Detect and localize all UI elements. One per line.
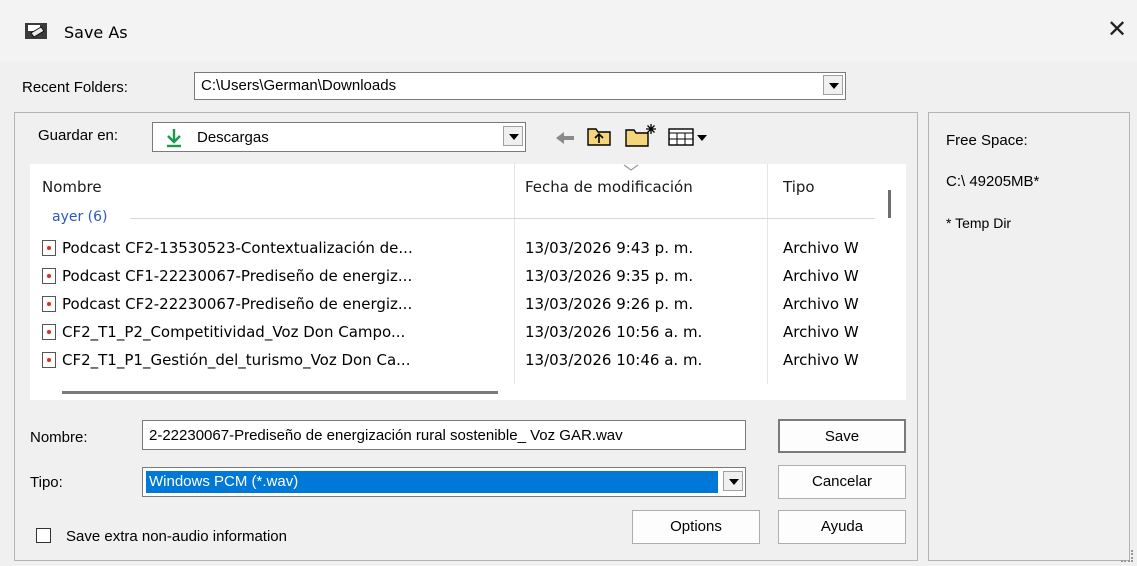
save-button-label: Save (824, 428, 860, 445)
file-list[interactable]: Nombre Fecha de modificación Tipo ayer (… (30, 164, 906, 400)
filetype-value: Windows PCM (*.wav) (149, 473, 299, 490)
chevron-down-icon[interactable] (823, 75, 843, 95)
download-arrow-icon (167, 129, 181, 148)
filename-value: 2-22230067-Prediseño de energización rur… (149, 427, 623, 444)
help-button[interactable]: Ayuda (778, 510, 906, 544)
save-button[interactable]: Save (778, 419, 906, 453)
audio-file-icon (42, 352, 56, 368)
resize-grip-icon[interactable] (1121, 550, 1133, 562)
group-header[interactable]: ayer (6) (52, 209, 108, 225)
view-menu-icon[interactable] (668, 128, 710, 146)
save-in-combo[interactable]: Descargas (152, 122, 526, 152)
audio-file-icon (42, 240, 56, 256)
window-title: Save As (64, 23, 128, 42)
extra-info-label[interactable]: Save extra non-audio information (66, 528, 287, 545)
file-date: 13/03/2026 9:26 p. m. (525, 295, 694, 313)
help-button-label: Ayuda (820, 518, 864, 535)
free-space-label: Free Space: (946, 132, 1028, 149)
cancel-button[interactable]: Cancelar (778, 465, 906, 499)
file-date: 13/03/2026 9:35 p. m. (525, 267, 694, 285)
options-button-label: Options (670, 518, 722, 535)
cancel-button-label: Cancelar (811, 473, 873, 490)
file-type: Archivo W (783, 295, 859, 313)
up-folder-icon[interactable] (586, 125, 612, 147)
list-item[interactable]: CF2_T1_P2_Competitividad_Voz Don Campo..… (30, 318, 906, 346)
extra-info-checkbox[interactable] (36, 528, 51, 543)
save-in-value: Descargas (197, 129, 269, 146)
save-disk-icon (25, 23, 47, 39)
column-header-date[interactable]: Fecha de modificación (525, 178, 693, 196)
file-date: 13/03/2026 10:46 a. m. (525, 351, 703, 369)
horizontal-scrollbar[interactable] (62, 391, 498, 394)
title-bar: Save As ✕ (0, 0, 1137, 63)
filetype-combo[interactable]: Windows PCM (*.wav) (142, 467, 746, 497)
filename-label: Nombre: (30, 429, 88, 446)
column-header-type[interactable]: Tipo (783, 178, 815, 196)
list-item[interactable]: Podcast CF2-13530523-Contextualización d… (30, 234, 906, 262)
chevron-down-icon[interactable] (503, 126, 523, 146)
file-type: Archivo W (783, 351, 859, 369)
file-name: Podcast CF1-22230067-Prediseño de energi… (62, 267, 413, 285)
file-name: Podcast CF2-13530523-Contextualización d… (62, 239, 413, 257)
file-type: Archivo W (783, 267, 859, 285)
filename-input[interactable]: 2-22230067-Prediseño de energización rur… (142, 420, 746, 450)
new-folder-icon[interactable] (624, 122, 658, 148)
temp-dir-note: * Temp Dir (946, 215, 1012, 231)
file-date: 13/03/2026 9:43 p. m. (525, 239, 694, 257)
file-name: Podcast CF2-22230067-Prediseño de energi… (62, 295, 413, 313)
chevron-down-icon[interactable] (723, 471, 743, 491)
file-type: Archivo W (783, 239, 859, 257)
save-in-label: Guardar en: (38, 127, 119, 144)
audio-file-icon (42, 296, 56, 312)
filetype-label: Tipo: (30, 474, 63, 491)
list-item[interactable]: Podcast CF1-22230067-Prediseño de energi… (30, 262, 906, 290)
column-header-name[interactable]: Nombre (42, 178, 102, 196)
options-button[interactable]: Options (632, 510, 760, 544)
group-divider (130, 218, 875, 219)
audio-file-icon (42, 268, 56, 284)
close-icon[interactable]: ✕ (1104, 16, 1130, 42)
free-space-value: C:\ 49205MB* (946, 173, 1040, 190)
sort-chevron-icon (623, 164, 639, 171)
file-type: Archivo W (783, 323, 859, 341)
recent-folders-combo[interactable]: C:\Users\German\Downloads (194, 72, 846, 100)
recent-folders-value: C:\Users\German\Downloads (201, 77, 397, 94)
list-item[interactable]: CF2_T1_P1_Gestión_del_turismo_Voz Don Ca… (30, 346, 906, 374)
file-name: CF2_T1_P1_Gestión_del_turismo_Voz Don Ca… (62, 351, 411, 369)
vertical-scrollbar[interactable] (888, 190, 891, 218)
file-name: CF2_T1_P2_Competitividad_Voz Don Campo..… (62, 323, 406, 341)
back-arrow-icon[interactable] (554, 130, 576, 146)
file-date: 13/03/2026 10:56 a. m. (525, 323, 703, 341)
list-item[interactable]: Podcast CF2-22230067-Prediseño de energi… (30, 290, 906, 318)
recent-folders-label: Recent Folders: (22, 79, 128, 96)
audio-file-icon (42, 324, 56, 340)
